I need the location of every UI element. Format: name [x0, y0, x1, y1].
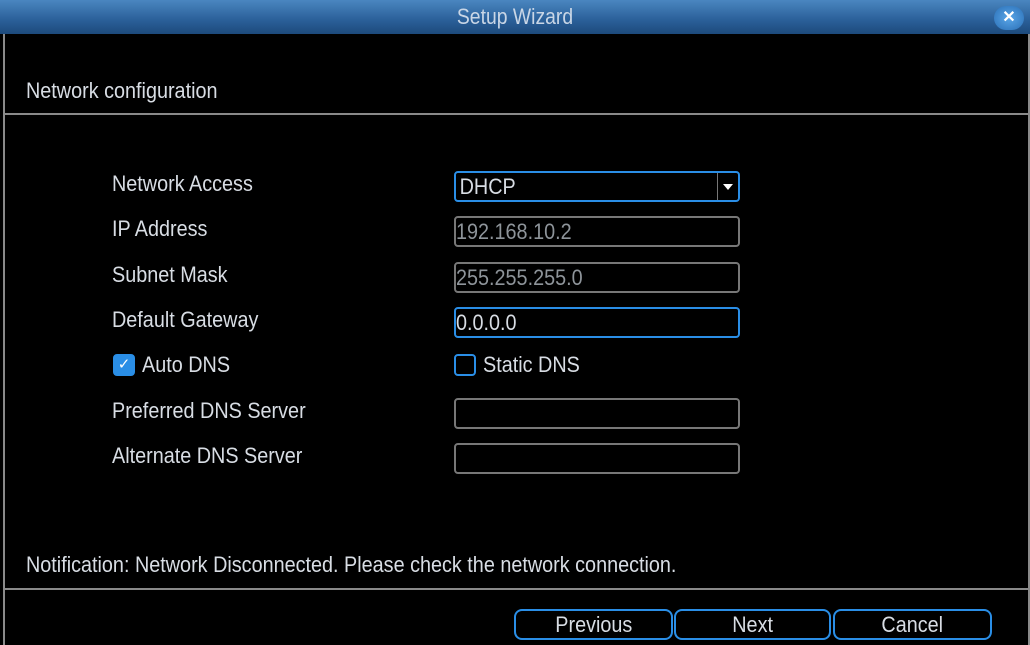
preferred-dns-input[interactable] [454, 398, 740, 429]
ip-address-label: IP Address [112, 216, 208, 241]
chevron-down-icon[interactable] [717, 173, 738, 200]
cancel-button[interactable]: Cancel [833, 609, 992, 640]
next-label: Next [732, 612, 773, 637]
subnet-mask-label: Subnet Mask [112, 262, 228, 287]
preferred-dns-label: Preferred DNS Server [112, 398, 306, 423]
static-dns-label: Static DNS [483, 352, 580, 377]
static-dns-checkbox[interactable] [454, 354, 476, 376]
title-bar: Setup Wizard ✕ [0, 0, 1030, 34]
window-title: Setup Wizard [456, 4, 574, 29]
auto-dns-label: Auto DNS [142, 352, 231, 377]
default-gateway-label: Default Gateway [112, 307, 259, 332]
alternate-dns-label: Alternate DNS Server [112, 443, 303, 468]
network-access-label: Network Access [112, 171, 253, 196]
next-button[interactable]: Next [674, 609, 831, 640]
previous-button[interactable]: Previous [514, 609, 673, 640]
notification-text: Notification: Network Disconnected. Plea… [26, 552, 677, 577]
auto-dns-checkbox[interactable]: ✓ [113, 354, 135, 376]
default-gateway-value: 0.0.0.0 [456, 310, 517, 335]
left-border [3, 34, 5, 645]
header-divider [3, 113, 1030, 115]
cancel-label: Cancel [881, 612, 944, 637]
section-title: Network configuration [26, 78, 218, 103]
footer-divider [3, 588, 1030, 590]
default-gateway-input[interactable]: 0.0.0.0 [454, 307, 740, 338]
checkmark-icon: ✓ [117, 356, 131, 373]
ip-address-value: 192.168.10.2 [456, 219, 572, 244]
subnet-mask-input[interactable]: 255.255.255.0 [454, 262, 740, 293]
close-icon[interactable]: ✕ [994, 6, 1024, 30]
network-access-value: DHCP [459, 174, 516, 199]
subnet-mask-value: 255.255.255.0 [456, 265, 583, 290]
previous-label: Previous [554, 612, 633, 637]
alternate-dns-input[interactable] [454, 443, 740, 474]
network-access-select[interactable]: DHCP [454, 171, 740, 202]
ip-address-input[interactable]: 192.168.10.2 [454, 216, 740, 247]
